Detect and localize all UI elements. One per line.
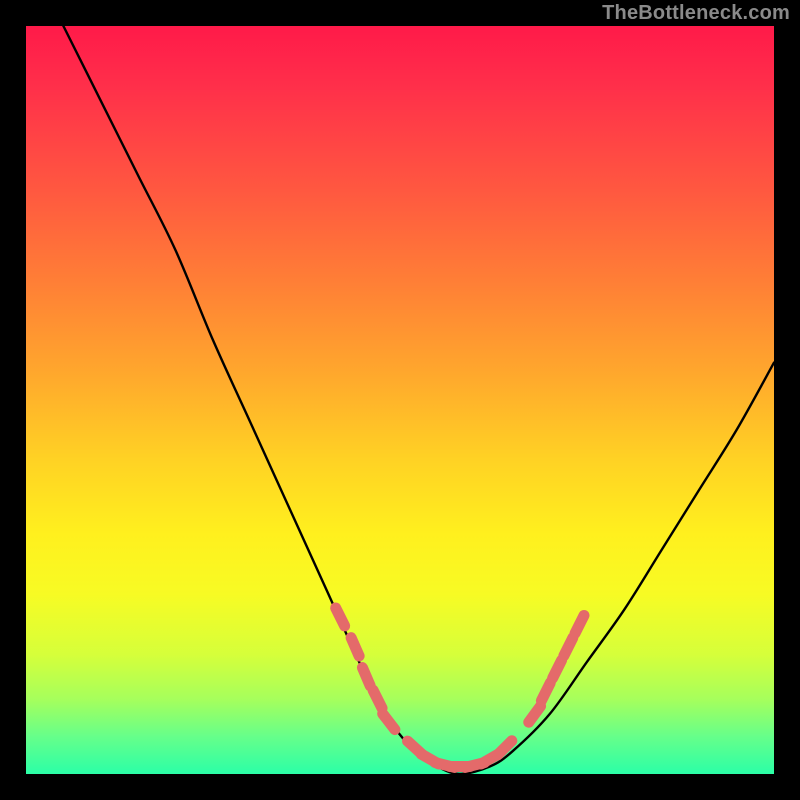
chart-frame: TheBottleneck.com [0,0,800,800]
highlight-marker [383,714,395,730]
bottleneck-curve [63,26,774,774]
chart-svg [26,26,774,774]
highlight-marker [575,615,584,633]
highlight-marker [541,683,550,701]
highlight-marker [336,608,345,626]
highlight-marker [362,668,370,686]
highlight-marker [351,638,359,656]
plot-area [26,26,774,774]
highlight-marker [373,690,382,708]
watermark-text: TheBottleneck.com [602,2,790,25]
highlight-marker [553,660,562,678]
highlight-marker [564,638,573,656]
highlight-marker [529,706,541,722]
